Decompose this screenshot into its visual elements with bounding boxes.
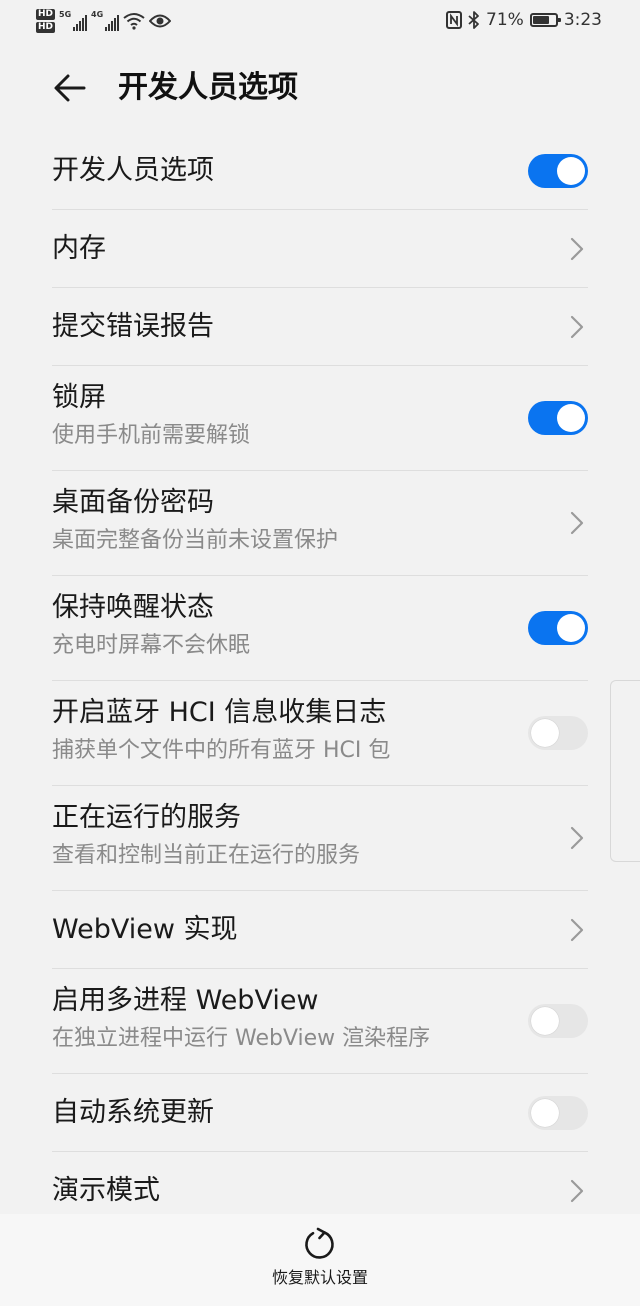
settings-row-label: 提交错误报告 [52, 311, 214, 342]
status-bar-right: 71% 3:23 [446, 0, 602, 40]
settings-row[interactable]: 桌面备份密码桌面完整备份当前未设置保护 [52, 471, 588, 576]
reset-defaults-button[interactable]: 恢复默认设置 [260, 1226, 380, 1300]
clock: 3:23 [563, 10, 602, 30]
battery-fill [532, 16, 549, 24]
side-scroll-handle[interactable] [610, 680, 640, 862]
toggle-switch[interactable] [528, 1004, 588, 1038]
settings-row-subtitle: 查看和控制当前正在运行的服务 [52, 843, 361, 868]
chevron-right-icon [570, 826, 584, 850]
settings-row-label: 演示模式 [52, 1175, 160, 1206]
hd-badge-1: HD [36, 9, 56, 20]
settings-row[interactable]: 开启蓝牙 HCI 信息收集日志捕获单个文件中的所有蓝牙 HCI 包 [52, 681, 588, 786]
settings-row-label: 自动系统更新 [52, 1097, 214, 1128]
chevron-right-icon [570, 1179, 584, 1203]
toggle-switch[interactable] [528, 611, 588, 645]
eye-icon [149, 14, 172, 28]
toggle-switch[interactable] [528, 1096, 588, 1130]
settings-row-label: 内存 [52, 233, 106, 264]
settings-list: 开发人员选项 内存提交错误报告 锁屏使用手机前需要解锁桌面备份密码桌面完整备份当前未… [52, 132, 588, 1230]
reset-defaults-label: 恢复默认设置 [271, 1268, 368, 1287]
toggle-switch[interactable] [528, 154, 588, 188]
settings-row-label: 启用多进程 WebView [52, 985, 319, 1016]
chevron-right-icon [570, 315, 584, 339]
toggle-switch[interactable] [528, 401, 588, 435]
settings-row-subtitle: 捕获单个文件中的所有蓝牙 HCI 包 [52, 738, 391, 763]
settings-row-subtitle: 充电时屏幕不会休眠 [52, 633, 251, 658]
toggle-knob [557, 614, 585, 642]
settings-row-label: 锁屏 [52, 382, 106, 413]
wifi-icon [123, 13, 145, 30]
refresh-icon [305, 1227, 334, 1259]
settings-row[interactable]: 内存 [52, 210, 588, 288]
settings-row[interactable]: WebView 实现 [52, 891, 588, 969]
chevron-right-icon [570, 918, 584, 942]
signal-icon: 4G [91, 10, 120, 32]
settings-row[interactable]: 正在运行的服务查看和控制当前正在运行的服务 [52, 786, 588, 891]
toggle-knob [531, 1007, 559, 1035]
nfc-icon [446, 11, 463, 29]
settings-row[interactable]: 保持唤醒状态充电时屏幕不会休眠 [52, 576, 588, 681]
bluetooth-icon [468, 11, 479, 29]
settings-row-label: 开发人员选项 [52, 155, 214, 186]
settings-row[interactable]: 启用多进程 WebView 在独立进程中运行 WebView 渲染程序 [52, 969, 588, 1074]
chevron-right-icon [570, 237, 584, 261]
toggle-knob [557, 157, 585, 185]
signal-icon: 5G [59, 10, 88, 32]
toggle-knob [531, 719, 559, 747]
back-arrow-icon[interactable] [52, 70, 88, 106]
toggle-knob [557, 404, 585, 432]
status-bar: HD HD 5G 4G 71% 3:23 [0, 0, 640, 40]
settings-row-label: 开启蓝牙 HCI 信息收集日志 [52, 697, 387, 728]
settings-row-label: 正在运行的服务 [52, 802, 241, 833]
chevron-right-icon [570, 511, 584, 535]
battery-icon [529, 13, 561, 27]
toggle-switch[interactable] [528, 716, 588, 750]
settings-row-label: 桌面备份密码 [52, 487, 214, 518]
developer-options-screen: HD HD 5G 4G 71% 3:23 开发人员选项 开发人员选项 内存 提交… [0, 0, 640, 1306]
title-bar: 开发人员选项 [0, 56, 640, 120]
toggle-knob [531, 1099, 559, 1127]
bottom-bar: 恢复默认设置 [0, 1214, 640, 1306]
settings-row[interactable]: 自动系统更新 [52, 1074, 588, 1152]
settings-row-label: WebView 实现 [52, 914, 238, 945]
hd-indicator: HD HD [36, 9, 56, 33]
settings-row-subtitle: 使用手机前需要解锁 [52, 423, 251, 448]
network-type-2: 4G [91, 10, 104, 19]
status-bar-left: HD HD 5G 4G [36, 4, 172, 38]
settings-row[interactable]: 提交错误报告 [52, 288, 588, 366]
settings-row-subtitle: 桌面完整备份当前未设置保护 [52, 528, 339, 553]
network-type-1: 5G [59, 10, 72, 19]
hd-badge-2: HD [36, 22, 56, 33]
settings-row-label: 保持唤醒状态 [52, 592, 214, 623]
settings-row-subtitle: 在独立进程中运行 WebView 渲染程序 [52, 1026, 431, 1051]
settings-row[interactable]: 锁屏使用手机前需要解锁 [52, 366, 588, 471]
settings-row[interactable]: 开发人员选项 [52, 132, 588, 210]
page-title: 开发人员选项 [118, 70, 298, 105]
battery-percent: 71% [486, 10, 524, 30]
